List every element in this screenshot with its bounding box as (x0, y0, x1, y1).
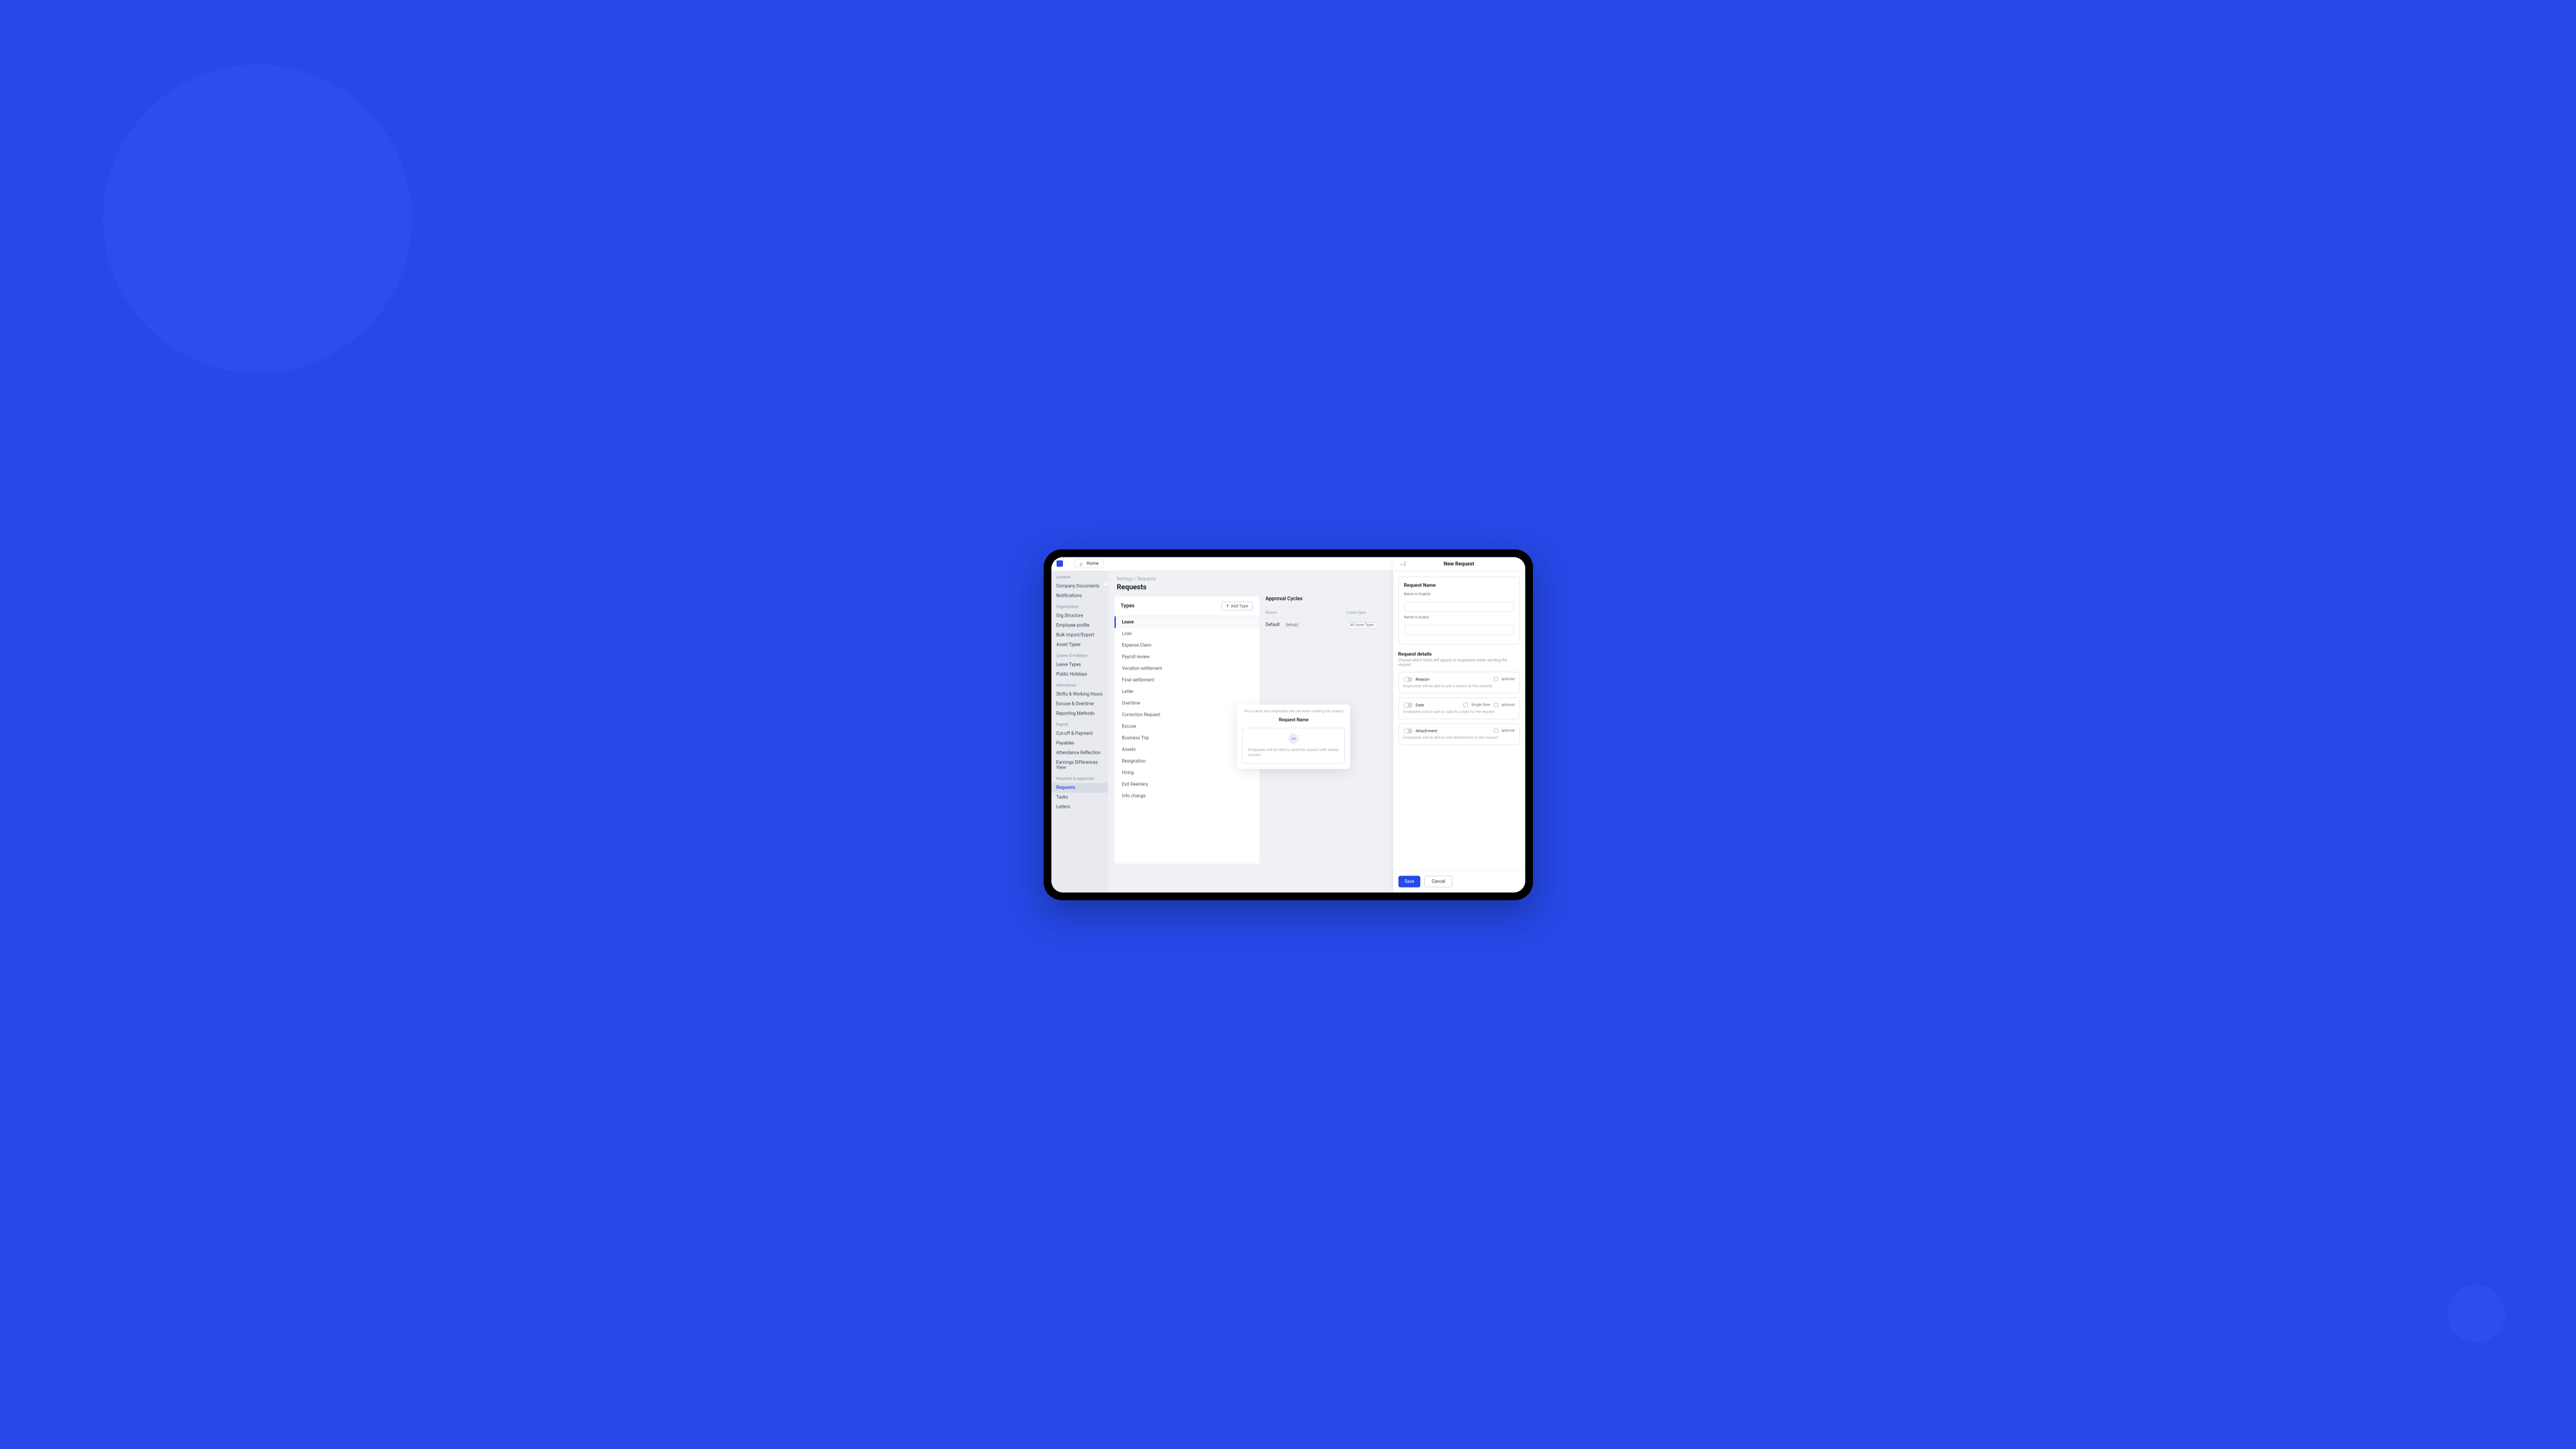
date-optional-label: optional (1501, 703, 1515, 707)
attachment-desc: Employees will be able to add attachment… (1404, 736, 1515, 740)
breadcrumb: Settings / Requests (1108, 571, 1259, 583)
reason-optional-checkbox[interactable] (1494, 677, 1498, 682)
sidebar-item-letters[interactable]: Letters (1051, 802, 1108, 812)
panel-header: →| New Request (1393, 557, 1525, 571)
preview-body: ▭ Employees will be able to send this re… (1242, 727, 1345, 763)
type-item-loan[interactable]: Loan (1114, 628, 1259, 639)
bg-circle-small (2447, 1285, 2505, 1343)
sidebar-item-attendance-reflection[interactable]: Attendance Reflection (1051, 748, 1108, 758)
type-item-vacation-settlement[interactable]: Vacation settlement (1114, 662, 1259, 674)
save-button[interactable]: Save (1398, 875, 1421, 887)
sidebar-item-requests[interactable]: Requests (1051, 783, 1108, 792)
date-optional-checkbox[interactable] (1494, 703, 1498, 707)
row-name-text: Default (1266, 622, 1280, 627)
section-attendance: Attendance (1051, 679, 1108, 689)
label-name-english: Name in English (1404, 592, 1514, 596)
type-badge: All Leave Types (1346, 622, 1378, 628)
attachment-optional-label: optional (1501, 729, 1515, 733)
details-title: Request details (1398, 651, 1520, 657)
details-subtitle: Choose which fields will appear to emplo… (1398, 658, 1520, 667)
date-desc: Employees will be able to specify a date… (1404, 710, 1515, 714)
sidebar-item-cutoff[interactable]: Cut-off & Payment (1051, 729, 1108, 738)
sidebar-item-reporting-methods[interactable]: Reporting Methods (1051, 709, 1108, 718)
sidebar-item-bulk-import[interactable]: Bulk import/Export (1051, 630, 1108, 640)
date-label: Date (1416, 702, 1461, 707)
section-leaves: Leaves & Holidays (1051, 650, 1108, 660)
cancel-button[interactable]: Cancel (1424, 875, 1452, 887)
sidebar-item-public-holidays[interactable]: Public Holidays (1051, 669, 1108, 679)
section-payroll: Payroll (1051, 718, 1108, 729)
type-item-leave[interactable]: Leave (1114, 616, 1259, 628)
panel-title: New Request (1398, 561, 1520, 566)
attachment-optional-checkbox[interactable] (1494, 729, 1498, 733)
app-screen: Home ‹ Account Company Documents Notific… (1051, 557, 1525, 892)
reason-toggle[interactable] (1404, 677, 1413, 682)
add-type-label: Add Type (1231, 603, 1248, 608)
detail-date: Date Single Date optional Employees will… (1398, 697, 1520, 719)
plus-icon: + (1226, 603, 1229, 608)
date-toggle[interactable] (1404, 702, 1413, 707)
col-name: Name (1266, 610, 1346, 615)
detail-attachment: Attachment optional Employees will be ab… (1398, 723, 1520, 745)
home-label: Home (1087, 561, 1099, 566)
type-item-hiring[interactable]: Hiring (1114, 767, 1259, 778)
request-name-title: Request Name (1404, 582, 1514, 588)
logo-icon (1057, 561, 1063, 567)
type-item-final-settlement[interactable]: Final settlement (1114, 674, 1259, 686)
type-item-info-change[interactable]: Info change (1114, 790, 1259, 801)
attachment-label: Attachment (1416, 728, 1490, 733)
sidebar-item-shifts[interactable]: Shifts & Working Hours (1051, 689, 1108, 699)
request-name-card: Request Name Name in English Name in Ara… (1398, 576, 1520, 644)
section-requests: Requests & Approvals (1051, 772, 1108, 783)
new-request-panel: →| New Request Request Name Name in Engl… (1393, 557, 1525, 892)
sidebar-item-payables[interactable]: Payables (1051, 738, 1108, 748)
type-item-payroll-review[interactable]: Payroll review (1114, 651, 1259, 662)
panel-body: Request Name Name in English Name in Ara… (1393, 571, 1525, 870)
name-arabic-input[interactable] (1404, 624, 1514, 635)
single-date-checkbox[interactable] (1463, 703, 1468, 707)
sidebar-item-employee-profile[interactable]: Employee profile (1051, 621, 1108, 630)
section-organization: Organization (1051, 601, 1108, 611)
reason-desc: Employees will be able to add a reason t… (1404, 684, 1515, 688)
sidebar: ‹ Account Company Documents Notification… (1051, 557, 1108, 892)
reason-label: Reason (1416, 677, 1490, 682)
type-item-exit-reentry[interactable]: Exit Reentery (1114, 778, 1259, 790)
sidebar-item-company-documents[interactable]: Company Documents (1051, 581, 1108, 591)
type-item-expense[interactable]: Expense Claim (1114, 639, 1259, 651)
single-date-label: Single Date (1471, 703, 1490, 707)
reason-optional-label: optional (1501, 677, 1515, 681)
name-english-input[interactable] (1404, 601, 1514, 612)
types-title: Types (1121, 603, 1135, 609)
types-header: Types + Add Type (1114, 596, 1259, 615)
content-left: Settings / Requests Requests Types + Add… (1108, 571, 1259, 892)
label-name-arabic: Name in Arabic (1404, 615, 1514, 619)
page-title: Requests (1108, 583, 1259, 596)
preview-text: Employees will be able to send this requ… (1248, 747, 1339, 758)
panel-footer: Save Cancel (1393, 870, 1525, 892)
sidebar-item-asset-types[interactable]: Asset Types (1051, 640, 1108, 650)
sidebar-item-leave-types[interactable]: Leave Types (1051, 660, 1108, 669)
add-type-button[interactable]: + Add Type (1221, 601, 1252, 610)
sidebar-item-tasks[interactable]: Tasks (1051, 792, 1108, 802)
preview-card: This is what your employees will see whe… (1237, 704, 1350, 769)
default-badge: Default (1284, 622, 1301, 628)
preview-hint: This is what your employees will see whe… (1242, 709, 1345, 713)
bg-circle-large (103, 64, 412, 373)
sidebar-item-notifications[interactable]: Notifications (1051, 591, 1108, 601)
row-name: Default Default (1266, 622, 1346, 627)
document-icon: ▭ (1288, 733, 1299, 743)
home-button[interactable]: Home (1075, 559, 1104, 568)
home-icon (1080, 561, 1084, 566)
sidebar-item-org-structure[interactable]: Org.Structure (1051, 611, 1108, 621)
type-item-letter[interactable]: Letter (1114, 686, 1259, 697)
section-account: Account (1051, 571, 1108, 581)
collapse-icon[interactable]: ‹ (1102, 580, 1108, 586)
sidebar-item-earnings-diff[interactable]: Earnings Differences View (1051, 758, 1108, 772)
preview-title: Request Name (1242, 717, 1345, 722)
detail-reason: Reason optional Employees will be able t… (1398, 671, 1520, 693)
sidebar-item-excuse-overtime[interactable]: Excuse & Overtime (1051, 699, 1108, 709)
tablet-frame: Home ‹ Account Company Documents Notific… (1044, 549, 1533, 900)
attachment-toggle[interactable] (1404, 728, 1413, 733)
